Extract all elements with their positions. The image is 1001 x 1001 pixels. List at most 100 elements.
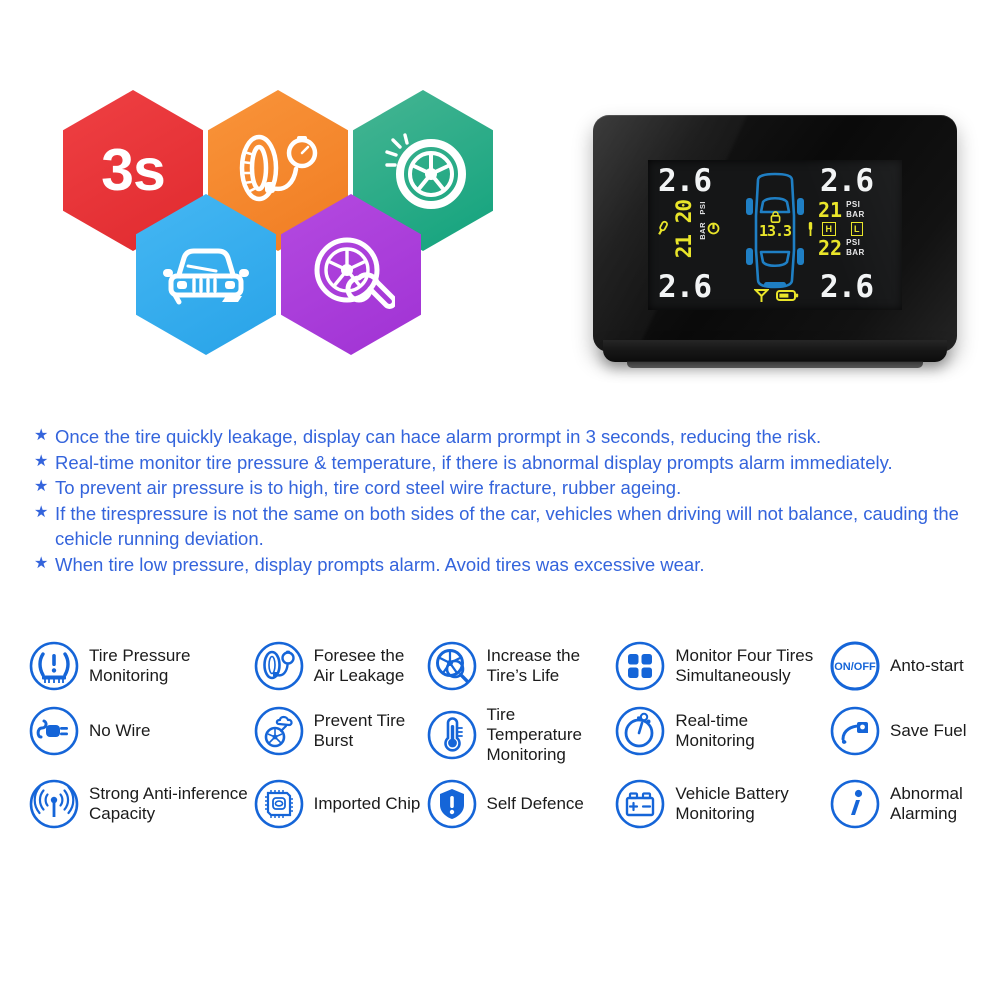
signal-antenna-icon bbox=[753, 289, 769, 302]
feature-strong-anti-inference: Strong Anti-inference Capacity bbox=[28, 778, 253, 830]
tpms-display-unit: 2.6 2.6 2.6 2.6 20 21 PSI BAR 21 PSI BAR… bbox=[593, 115, 957, 377]
indicator-high: H bbox=[822, 222, 836, 236]
wheel-magnifier-icon bbox=[426, 640, 478, 692]
tire-pressure-warning-icon bbox=[28, 640, 80, 692]
hexagon-feature-cluster: 3s bbox=[48, 82, 518, 355]
tire-burst-icon bbox=[253, 705, 305, 757]
star-icon: ★ bbox=[34, 503, 49, 521]
feature-tire-pressure-monitoring: Tire Pressure Monitoring bbox=[28, 640, 253, 692]
tire-gauge-icon bbox=[253, 640, 305, 692]
feature-no-wire: No Wire bbox=[28, 705, 253, 757]
unit-psi-rr: PSI bbox=[846, 238, 861, 247]
unit-front-left-psi: PSI bbox=[698, 201, 707, 215]
wrench-icon-right bbox=[806, 200, 818, 241]
right-temperature-column: 21 PSI BAR H L 22 PSI BAR bbox=[806, 200, 898, 270]
feature-increase-tire-life: Increase the Tire’s Life bbox=[426, 640, 615, 692]
unit-front-right: PSI BAR bbox=[846, 200, 865, 220]
unit-front-left-bar: BAR bbox=[698, 221, 707, 240]
fuel-nozzle-icon bbox=[829, 705, 881, 757]
on-off-icon: ON/OFF bbox=[829, 640, 881, 692]
feature-label: Save Fuel bbox=[889, 721, 967, 741]
left-temperature-column: 20 21 PSI BAR bbox=[656, 200, 740, 270]
feature-label: Strong Anti-inference Capacity bbox=[89, 783, 248, 823]
alloy-wheel-icon bbox=[385, 132, 466, 209]
feature-label: Imported Chip bbox=[313, 793, 421, 813]
indicator-low: L bbox=[850, 222, 863, 236]
unit-psi-fr: PSI bbox=[846, 200, 861, 209]
feature-imported-chip: Imported Chip bbox=[253, 778, 426, 830]
feature-label: Abnormal Alarming bbox=[889, 783, 963, 823]
feature-icon-grid: Tire Pressure Monitoring Foresee the Air… bbox=[28, 640, 988, 843]
feature-label: Tire Pressure Monitoring bbox=[89, 646, 191, 685]
star-icon: ★ bbox=[34, 554, 49, 572]
pressure-front-left: 2.6 bbox=[658, 163, 712, 199]
tire-pressure-gauge-icon bbox=[239, 134, 318, 201]
feature-label: No Wire bbox=[89, 721, 151, 741]
device-foot bbox=[627, 361, 923, 368]
car-front-icon bbox=[163, 248, 249, 304]
feature-row: No Wire Prevent Tire Burst Tire Temperat… bbox=[28, 705, 988, 765]
stopwatch-icon bbox=[614, 705, 666, 757]
feature-save-fuel: Save Fuel bbox=[829, 705, 988, 757]
unit-bar-fr: BAR bbox=[846, 210, 865, 219]
thermometer-icon bbox=[426, 709, 478, 761]
feature-abnormal-alarming: Abnormal Alarming bbox=[829, 778, 988, 830]
feature-anto-start: ON/OFF Anto-start bbox=[829, 640, 988, 692]
feature-monitor-four-tires: Monitor Four Tires Simultaneously bbox=[614, 640, 829, 692]
bullet-text: To prevent air pressure is to high, tire… bbox=[55, 477, 682, 499]
feature-label: Self Defence bbox=[486, 793, 584, 813]
bullet-text: When tire low pressure, display prompts … bbox=[55, 553, 705, 575]
info-italic-icon bbox=[829, 778, 881, 830]
feature-self-defence: Self Defence bbox=[426, 778, 615, 830]
feature-vehicle-battery-monitoring: Vehicle Battery Monitoring bbox=[614, 778, 829, 830]
feature-row: Tire Pressure Monitoring Foresee the Air… bbox=[28, 640, 988, 692]
feature-real-time-monitoring: Real-time Monitoring bbox=[614, 705, 829, 757]
battery-icon bbox=[775, 290, 798, 301]
unit-bar-rr: BAR bbox=[846, 248, 865, 257]
bullet-item: ★ Real-time monitor tire pressure & temp… bbox=[34, 450, 964, 476]
on-off-text: ON/OFF bbox=[834, 661, 876, 673]
battery-voltage: 13.3 bbox=[758, 222, 792, 240]
bullet-text: If the tirespressure is not the same on … bbox=[55, 502, 959, 550]
microchip-icon bbox=[253, 778, 305, 830]
feature-label: Monitor Four Tires Simultaneously bbox=[675, 646, 814, 685]
feature-label: Vehicle Battery Monitoring bbox=[675, 783, 789, 823]
bullet-item: ★ To prevent air pressure is to high, ti… bbox=[34, 475, 964, 501]
bullet-text: Real-time monitor tire pressure & temper… bbox=[55, 451, 893, 473]
hexagon-label-3s: 3s bbox=[101, 137, 166, 203]
lcd-screen: 2.6 2.6 2.6 2.6 20 21 PSI BAR 21 PSI BAR… bbox=[648, 160, 902, 310]
car-battery-icon bbox=[614, 778, 666, 830]
star-icon: ★ bbox=[34, 478, 49, 496]
unplugged-cable-icon bbox=[28, 705, 80, 757]
bullet-item: ★ If the tirespressure is not the same o… bbox=[34, 501, 964, 552]
feature-label: Tire Temperature Monitoring bbox=[486, 705, 582, 764]
feature-row: Strong Anti-inference Capacity Imported … bbox=[28, 778, 988, 830]
wheel-wrench-icon bbox=[314, 237, 395, 309]
bullet-text: Once the tire quickly leakage, display c… bbox=[55, 426, 822, 447]
feature-label: Anto-start bbox=[889, 656, 964, 676]
signal-waves-icon bbox=[28, 778, 80, 830]
bullet-item: ★ When tire low pressure, display prompt… bbox=[34, 552, 964, 578]
temp-front-left: 20 bbox=[672, 200, 696, 224]
bullet-item: ★ Once the tire quickly leakage, display… bbox=[34, 424, 964, 450]
temp-rear-right: 22 bbox=[818, 236, 843, 260]
feature-label: Prevent Tire Burst bbox=[313, 711, 406, 750]
temp-rear-left: 21 bbox=[672, 235, 696, 259]
status-icon-row bbox=[740, 288, 812, 303]
device-base bbox=[603, 340, 947, 362]
pressure-rear-right: 2.6 bbox=[820, 269, 874, 305]
temp-front-right: 21 bbox=[818, 198, 843, 222]
feature-label: Foresee the Air Leakage bbox=[313, 646, 405, 685]
feature-prevent-tire-burst: Prevent Tire Burst bbox=[253, 705, 426, 757]
feature-label: Real-time Monitoring bbox=[675, 711, 755, 750]
unit-rear-right: PSI BAR bbox=[846, 238, 865, 258]
pressure-rear-left: 2.6 bbox=[658, 269, 712, 305]
star-icon: ★ bbox=[34, 427, 49, 444]
four-squares-icon bbox=[614, 640, 666, 692]
pressure-front-right: 2.6 bbox=[820, 163, 874, 199]
shield-exclamation-icon bbox=[426, 778, 478, 830]
feature-label: Increase the Tire’s Life bbox=[486, 646, 581, 685]
wrench-icon bbox=[707, 200, 720, 240]
star-icon: ★ bbox=[34, 452, 49, 470]
benefit-bullet-list: ★ Once the tire quickly leakage, display… bbox=[34, 424, 964, 577]
